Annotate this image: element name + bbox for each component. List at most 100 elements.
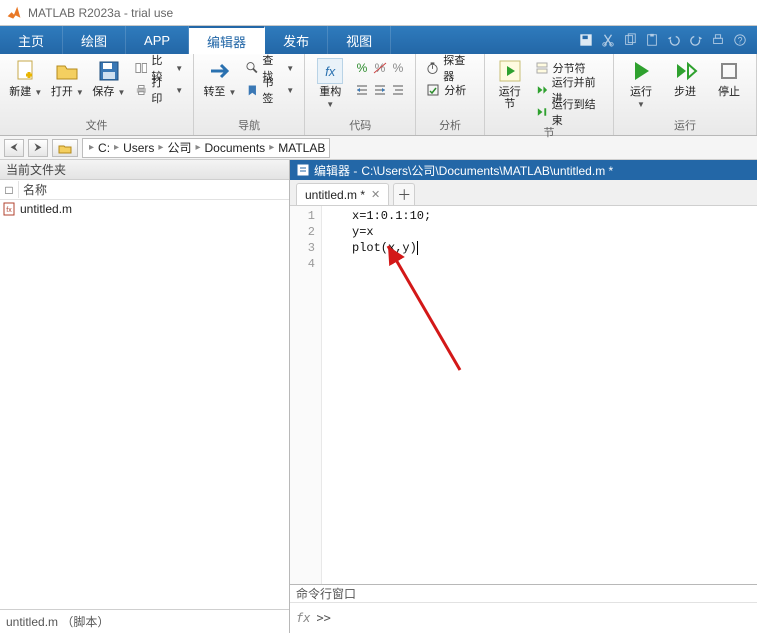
- analyzer-label: 分析: [444, 82, 466, 98]
- analyzer-button[interactable]: 分析: [422, 80, 478, 100]
- run-to-end-button[interactable]: 运行到结束: [531, 102, 607, 122]
- step-button[interactable]: 步进: [664, 56, 706, 98]
- bookmark-button[interactable]: 书签 ▼: [242, 80, 298, 100]
- titlebar: MATLAB R2023a - trial use: [0, 0, 757, 26]
- refactor-button[interactable]: fx 重构▼: [311, 56, 349, 110]
- file-list-icon-col[interactable]: □: [0, 183, 18, 197]
- editor-body[interactable]: 1234 x=1:0.1:10; y=x plot(x,y)​: [290, 206, 757, 584]
- open-folder-icon: [54, 58, 80, 84]
- matlab-logo-icon: [6, 5, 22, 21]
- path-box[interactable]: ▸ C:▸ Users▸ 公司▸ Documents▸ MATLAB: [82, 138, 330, 158]
- editor-tab-close-icon[interactable]: ✕: [371, 188, 380, 201]
- copy-icon[interactable]: [623, 33, 637, 47]
- nav-fwd-button[interactable]: ⮞: [28, 139, 48, 157]
- new-button[interactable]: 新建 ▼: [6, 56, 46, 98]
- stop-button[interactable]: 停止: [708, 56, 750, 98]
- tab-editor[interactable]: 编辑器: [189, 26, 265, 54]
- paste-icon[interactable]: [645, 33, 659, 47]
- undo-icon[interactable]: [667, 33, 681, 47]
- editor-tabs: untitled.m * ✕ ＋: [290, 180, 757, 206]
- play-icon: [628, 58, 654, 84]
- editor-title-path: C:\Users\公司\Documents\MATLAB\untitled.m …: [361, 162, 613, 179]
- comment-button[interactable]: % % %: [351, 58, 409, 78]
- run-to-end-icon: [535, 105, 548, 119]
- fx-icon: fx: [317, 58, 343, 84]
- nav-back-button[interactable]: ⮜: [4, 139, 24, 157]
- editor-title-icon: [296, 163, 310, 177]
- file-list[interactable]: fx untitled.m: [0, 200, 289, 609]
- run-button[interactable]: 运行▼: [620, 56, 662, 110]
- path-crumb-4[interactable]: MATLAB: [278, 141, 325, 155]
- command-window-header: 命令行窗口: [290, 585, 757, 603]
- address-bar: ⮜ ⮞ ▸ C:▸ Users▸ 公司▸ Documents▸ MATLAB: [0, 136, 757, 160]
- editor-tab-label: untitled.m *: [305, 188, 365, 202]
- search-icon: [246, 61, 259, 75]
- tab-view[interactable]: 视图: [328, 26, 391, 54]
- code-area[interactable]: x=1:0.1:10; y=x plot(x,y)​: [322, 206, 757, 584]
- indent-right-icon: [355, 83, 369, 97]
- command-window-body[interactable]: fx >>: [290, 603, 757, 633]
- open-label: 打开: [51, 86, 73, 98]
- editor-title-bar: 编辑器 - C:\Users\公司\Documents\MATLAB\untit…: [290, 160, 757, 180]
- bookmark-icon: [246, 83, 259, 97]
- svg-text:?: ?: [738, 36, 743, 46]
- run-section-button[interactable]: 运行 节: [491, 56, 529, 110]
- editor-tab[interactable]: untitled.m * ✕: [296, 183, 389, 205]
- profiler-button[interactable]: 探查器: [422, 58, 478, 78]
- save-icon[interactable]: [579, 33, 593, 47]
- indent-button[interactable]: [351, 80, 409, 100]
- line-gutter: 1234: [290, 206, 322, 584]
- path-crumb-1[interactable]: Users▸: [123, 141, 165, 155]
- path-crumb-2[interactable]: 公司▸: [167, 139, 202, 156]
- goto-button[interactable]: 转至 ▼: [200, 56, 240, 98]
- tab-home[interactable]: 主页: [0, 26, 63, 54]
- editor-title-prefix: 编辑器 -: [314, 162, 357, 179]
- ribbon-group-nav: 转至 ▼ 查找 ▼ 书签 ▼ 导航: [194, 54, 305, 135]
- folder-icon: [58, 141, 72, 155]
- new-file-icon: [13, 58, 39, 84]
- svg-text:fx: fx: [6, 207, 12, 214]
- command-window-panel: 命令行窗口 fx >>: [290, 584, 757, 633]
- section-group-label: 节: [491, 122, 607, 142]
- run-label: 运行: [630, 86, 652, 98]
- editor-new-tab-button[interactable]: ＋: [393, 183, 415, 205]
- open-button[interactable]: 打开 ▼: [48, 56, 88, 98]
- ribbon-group-code: fx 重构▼ % % % 代码: [305, 54, 416, 135]
- percent-strike-icon: %: [373, 61, 387, 75]
- print-icon[interactable]: [711, 33, 725, 47]
- text-cursor: ​: [417, 241, 418, 255]
- file-name: untitled.m: [20, 202, 72, 216]
- ribbon-group-section: 运行 节 分节符 运行并前进 运行到结束 节: [485, 54, 614, 135]
- tab-plots[interactable]: 绘图: [63, 26, 126, 54]
- file-list-name-col[interactable]: 名称: [18, 181, 289, 198]
- main-split: 当前文件夹 □ 名称 fx untitled.m untitled.m （脚本）…: [0, 160, 757, 633]
- save-button[interactable]: 保存 ▼: [89, 56, 129, 98]
- cut-icon[interactable]: [601, 33, 615, 47]
- redo-icon[interactable]: [689, 33, 703, 47]
- code-group-label: 代码: [311, 115, 409, 135]
- save-disk-icon: [96, 58, 122, 84]
- tab-apps[interactable]: APP: [126, 26, 189, 54]
- run-section-label: 运行 节: [499, 86, 521, 110]
- code-line-3: plot(x,y): [352, 241, 417, 255]
- help-icon[interactable]: ?: [733, 33, 747, 47]
- print-button[interactable]: 打印 ▼: [131, 80, 187, 100]
- tab-publish[interactable]: 发布: [265, 26, 328, 54]
- section-break-icon: [535, 61, 549, 75]
- path-crumb-3[interactable]: Documents▸: [204, 141, 276, 155]
- nav-up-button[interactable]: [52, 139, 78, 157]
- code-line-1: x=1:0.1:10;: [352, 209, 431, 223]
- refactor-label: 重构: [319, 86, 341, 98]
- stop-label: 停止: [718, 86, 740, 98]
- main-tabstrip: 主页 绘图 APP 编辑器 发布 视图 ?: [0, 26, 757, 54]
- new-label: 新建: [9, 86, 31, 98]
- run-group-label: 运行: [620, 115, 750, 135]
- path-crumb-0[interactable]: C:▸: [98, 141, 121, 155]
- current-folder-header: 当前文件夹: [0, 160, 289, 180]
- stopwatch-icon: [426, 61, 439, 75]
- ribbon-group-run: 运行▼ 步进 停止 运行: [614, 54, 757, 135]
- file-row[interactable]: fx untitled.m: [0, 200, 289, 218]
- goto-arrow-icon: [207, 58, 233, 84]
- ribbon: 新建 ▼ 打开 ▼ 保存 ▼ 比较 ▼ 打印 ▼ 文件: [0, 54, 757, 136]
- save-label: 保存: [92, 86, 114, 98]
